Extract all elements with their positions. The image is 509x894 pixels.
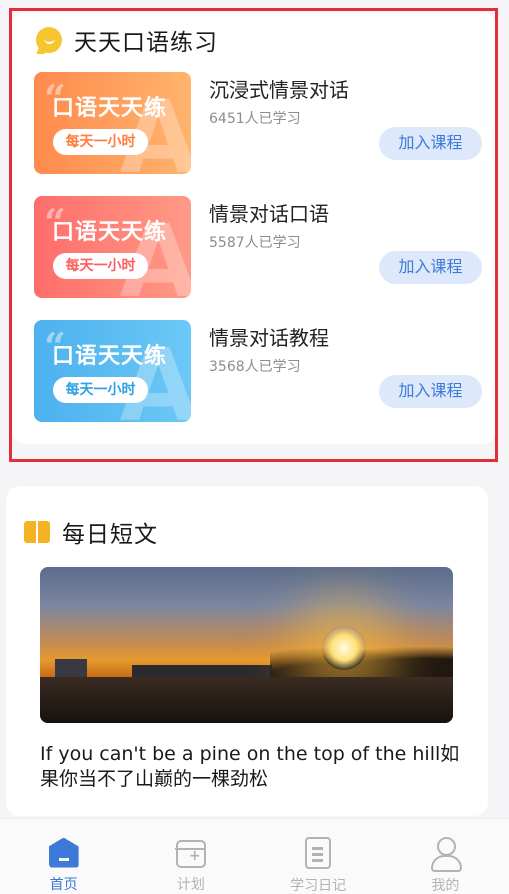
course-thumbnail[interactable]: “ A 口语天天练 每天一小时 [34, 72, 191, 174]
course-thumbnail[interactable]: “ A 口语天天练 每天一小时 [34, 320, 191, 422]
daily-header: 每日短文 [24, 515, 158, 549]
thumbnail-badge: 每天一小时 [53, 129, 148, 155]
book-icon [24, 521, 50, 543]
thumbnail-badge: 每天一小时 [53, 377, 148, 403]
nav-icon-wrap [47, 837, 81, 868]
photo-ground [40, 677, 453, 723]
course-item[interactable]: “ A 口语天天练 每天一小时 情景对话口语 5587人已学习 加入课程 [34, 196, 494, 298]
nav-label: 首页 [49, 877, 78, 893]
photo-sun [322, 626, 366, 670]
course-thumbnail[interactable]: “ A 口语天天练 每天一小时 [34, 196, 191, 298]
nav-label: 我的 [431, 878, 460, 894]
bottom-nav: 首页 计划 学习日记 我的 [0, 818, 509, 894]
course-name[interactable]: 情景对话教程 [209, 322, 329, 351]
thumbnail-title: 口语天天练 [52, 96, 168, 121]
nav-icon-wrap [301, 837, 335, 869]
sunset-photo[interactable] [40, 567, 453, 723]
course-name[interactable]: 情景对话口语 [209, 198, 329, 227]
nav-icon-wrap [428, 837, 463, 872]
daily-quote[interactable]: If you can't be a pine on the top of the… [40, 742, 460, 792]
section-title: 每日短文 [62, 522, 158, 548]
daily-essay-card: 每日短文 If you can't be a pine on the top o… [6, 486, 488, 816]
user-icon [430, 837, 463, 872]
practice-header: 天天口语练习 [36, 23, 218, 57]
diary-icon [305, 837, 332, 869]
photo-building [55, 659, 87, 677]
nav-item-plan[interactable]: 计划 [127, 819, 254, 894]
calendar-icon [175, 839, 206, 868]
join-course-button[interactable]: 加入课程 [379, 375, 482, 408]
nav-item-diary[interactable]: 学习日记 [255, 819, 382, 894]
nav-label: 计划 [176, 877, 205, 893]
join-course-button[interactable]: 加入课程 [379, 127, 482, 160]
course-item[interactable]: “ A 口语天天练 每天一小时 情景对话教程 3568人已学习 加入课程 [34, 320, 494, 422]
nav-item-mine[interactable]: 我的 [382, 819, 509, 894]
thumbnail-title: 口语天天练 [52, 220, 168, 245]
course-item[interactable]: “ A 口语天天练 每天一小时 沉浸式情景对话 6451人已学习 加入课程 [34, 72, 494, 174]
chat-bubble-icon [36, 27, 62, 53]
learner-count: 6451人已学习 [209, 111, 301, 127]
thumbnail-title: 口语天天练 [52, 344, 168, 369]
section-title: 天天口语练习 [74, 30, 218, 56]
home-icon [48, 837, 79, 868]
thumbnail-badge: 每天一小时 [53, 253, 148, 279]
course-name[interactable]: 沉浸式情景对话 [209, 74, 349, 103]
nav-item-home[interactable]: 首页 [0, 819, 127, 894]
join-course-button[interactable]: 加入课程 [379, 251, 482, 284]
learner-count: 5587人已学习 [209, 235, 301, 251]
practice-card: 天天口语练习 “ A 口语天天练 每天一小时 沉浸式情景对话 6451人已学习 … [12, 12, 496, 444]
nav-icon-wrap [174, 837, 208, 868]
nav-label: 学习日记 [290, 878, 347, 894]
learner-count: 3568人已学习 [209, 359, 301, 375]
